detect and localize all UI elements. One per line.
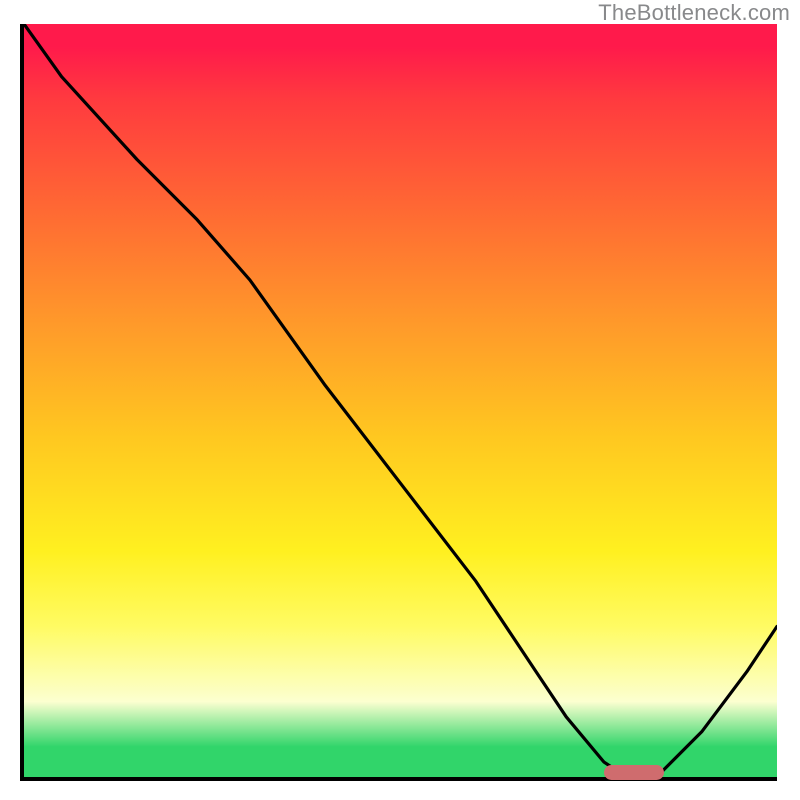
x-axis [20,777,777,781]
watermark-text: TheBottleneck.com [598,0,790,26]
chart-frame: TheBottleneck.com [0,0,800,800]
bottleneck-curve [24,24,777,777]
optimum-marker [604,765,664,780]
